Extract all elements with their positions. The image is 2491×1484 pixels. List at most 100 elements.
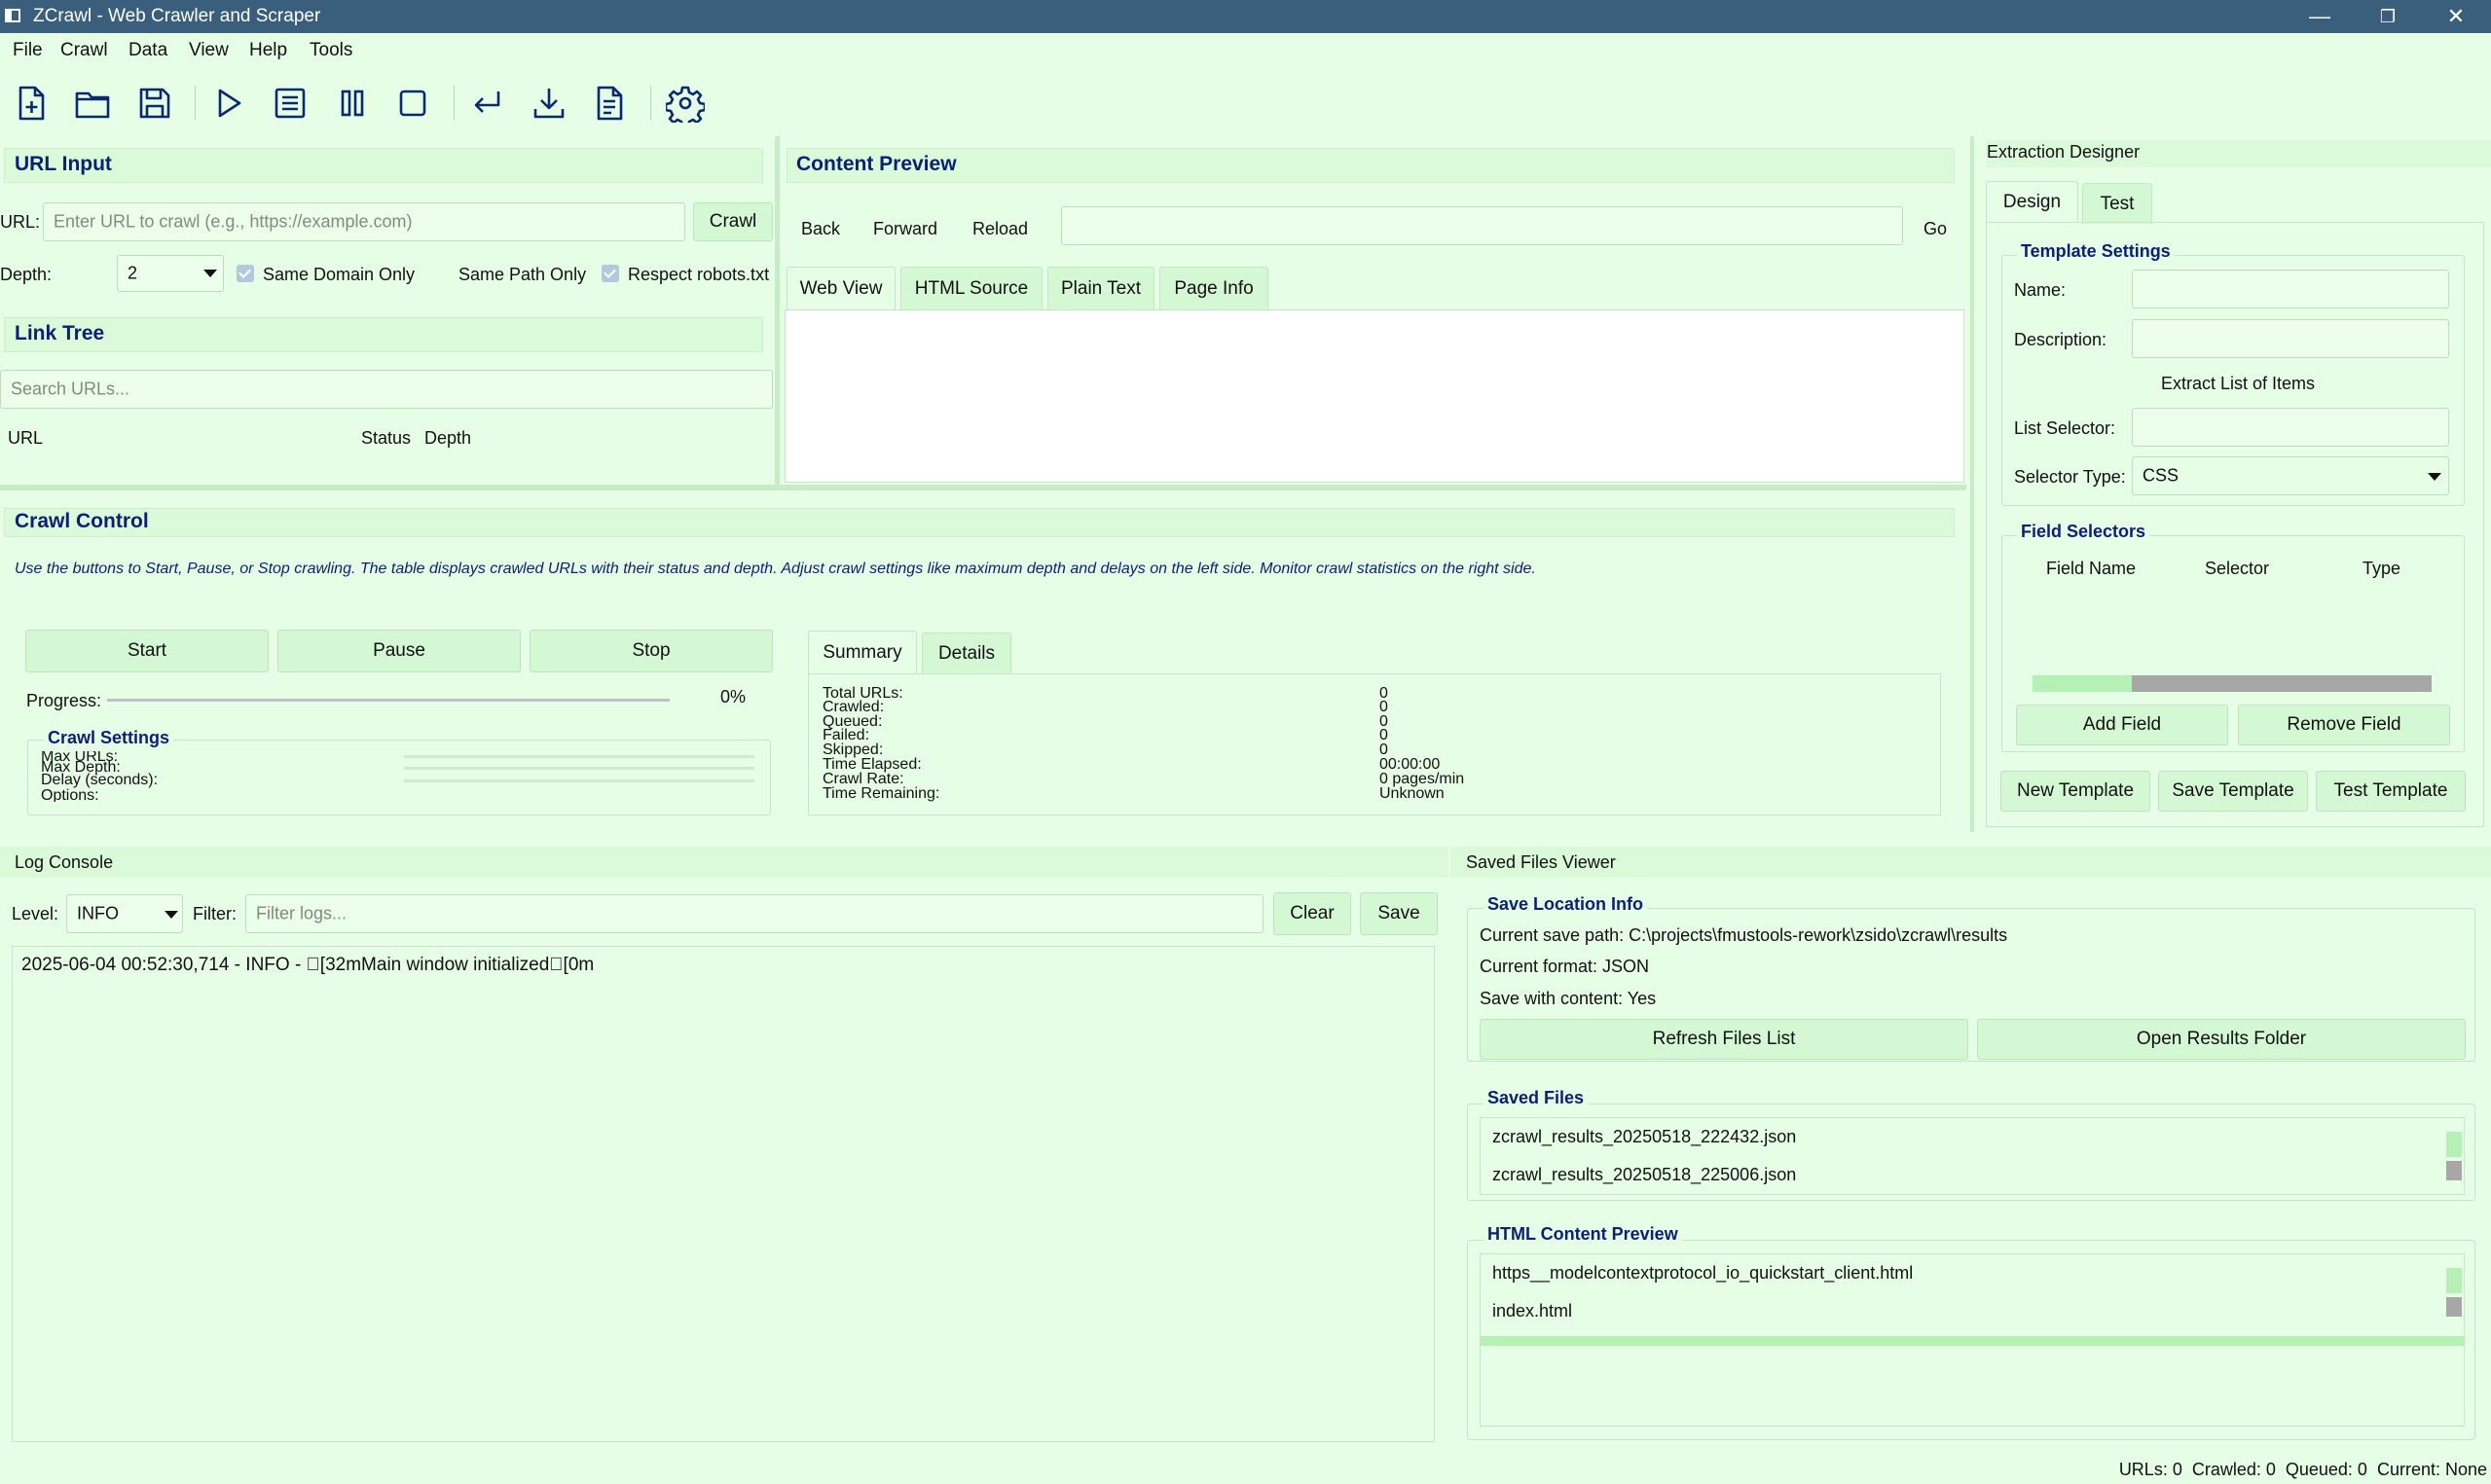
tab-web-view[interactable]: Web View	[787, 267, 896, 309]
url-input[interactable]: Enter URL to crawl (e.g., https://exampl…	[43, 202, 685, 241]
start-button[interactable]: Start	[25, 630, 269, 672]
new-template-button[interactable]: New Template	[2000, 771, 2150, 812]
open-folder-icon[interactable]	[73, 84, 112, 123]
stat-value: 00:00:00	[1379, 756, 1441, 773]
scrollbar-thumb[interactable]	[2446, 1132, 2462, 1157]
refresh-files-button[interactable]: Refresh Files List	[1480, 1019, 1968, 1060]
document-icon[interactable]	[590, 84, 629, 123]
max-depth-field[interactable]	[404, 767, 754, 770]
splitter[interactable]	[775, 136, 780, 487]
scrollbar-thumb[interactable]	[2033, 675, 2132, 692]
stop-icon[interactable]	[393, 84, 432, 123]
chevron-down-icon	[2428, 473, 2441, 481]
tab-page-info[interactable]: Page Info	[1159, 267, 1268, 309]
horizontal-scrollbar[interactable]	[2033, 675, 2432, 692]
back-button[interactable]: Back	[801, 219, 840, 239]
open-results-folder-button[interactable]: Open Results Folder	[1977, 1019, 2466, 1060]
menu-crawl[interactable]: Crawl	[60, 40, 108, 61]
crawl-help-text: Use the buttons to Start, Pause, or Stop…	[15, 561, 1536, 577]
splitter[interactable]	[0, 485, 1966, 490]
list-item[interactable]: zcrawl_results_20250518_222432.json	[1492, 1127, 1796, 1147]
same-domain-checkbox[interactable]	[237, 265, 254, 282]
filter-logs-input[interactable]: Filter logs...	[245, 894, 1264, 933]
progress-label: Progress:	[26, 691, 102, 710]
menu-data[interactable]: Data	[128, 40, 167, 61]
add-field-button[interactable]: Add Field	[2016, 705, 2228, 745]
stat-label: Total URLs:	[823, 685, 903, 702]
list-item[interactable]: https__modelcontextprotocol_io_quickstar…	[1492, 1263, 1913, 1284]
same-path-label[interactable]: Same Path Only	[458, 265, 586, 285]
close-button[interactable]: ✕	[2422, 0, 2490, 33]
save-location-title: Save Location Info	[1484, 894, 1648, 915]
search-urls-input[interactable]: Search URLs...	[0, 370, 773, 409]
menu-file[interactable]: File	[13, 40, 43, 61]
column-type[interactable]: Type	[2363, 559, 2400, 579]
saved-files-list[interactable]: zcrawl_results_20250518_222432.json zcra…	[1480, 1117, 2465, 1195]
tab-html-source[interactable]: HTML Source	[900, 267, 1043, 309]
title-bar: ZCrawl - Web Crawler and Scraper — ❐ ✕	[0, 0, 2491, 33]
scrollbar-track[interactable]	[2446, 1297, 2462, 1317]
column-selector[interactable]: Selector	[2205, 559, 2269, 579]
maximize-button[interactable]: ❐	[2354, 0, 2422, 33]
splitter[interactable]	[1970, 136, 1974, 832]
web-view[interactable]	[785, 309, 1964, 483]
menu-help[interactable]: Help	[249, 40, 287, 61]
level-select[interactable]: INFO	[66, 894, 183, 933]
save-log-button[interactable]: Save	[1360, 892, 1438, 935]
max-urls-field[interactable]	[404, 755, 754, 758]
remove-field-button[interactable]: Remove Field	[2238, 705, 2450, 745]
save-icon[interactable]	[135, 84, 174, 123]
forward-button[interactable]: Forward	[873, 219, 937, 239]
go-button[interactable]: Go	[1923, 219, 1947, 239]
list-icon[interactable]	[271, 84, 310, 123]
name-input[interactable]	[2132, 270, 2449, 308]
reload-button[interactable]: Reload	[972, 219, 1028, 239]
log-output[interactable]: 2025-06-04 00:52:30,714 - INFO -  [32mMa…	[12, 946, 1435, 1442]
column-status[interactable]: Status	[361, 428, 411, 449]
test-template-button[interactable]: Test Template	[2316, 771, 2466, 812]
list-item[interactable]: zcrawl_results_20250518_225006.json	[1492, 1165, 1796, 1185]
settings-icon[interactable]	[664, 84, 707, 128]
pause-button[interactable]: Pause	[277, 630, 521, 672]
html-preview-title: HTML Content Preview	[1484, 1224, 1682, 1245]
column-field-name[interactable]: Field Name	[2046, 559, 2136, 579]
scrollbar-thumb[interactable]	[2446, 1268, 2462, 1293]
menu-tools[interactable]: Tools	[310, 40, 352, 61]
column-url[interactable]: URL	[8, 428, 43, 449]
depth-select[interactable]: 2	[117, 255, 224, 292]
pause-icon[interactable]	[333, 84, 372, 123]
save-template-button[interactable]: Save Template	[2158, 771, 2308, 812]
return-icon[interactable]	[467, 84, 506, 123]
tab-test[interactable]: Test	[2082, 183, 2152, 224]
extract-list-checkbox[interactable]: Extract List of Items	[2161, 374, 2315, 394]
selector-type-select[interactable]: CSS	[2132, 456, 2449, 495]
tab-design[interactable]: Design	[1986, 181, 2078, 222]
download-icon[interactable]	[530, 84, 568, 123]
minimize-button[interactable]: —	[2286, 0, 2354, 33]
html-files-list[interactable]: https__modelcontextprotocol_io_quickstar…	[1480, 1253, 2465, 1427]
tab-plain-text[interactable]: Plain Text	[1047, 267, 1154, 309]
description-input[interactable]	[2132, 319, 2449, 358]
stop-button[interactable]: Stop	[530, 630, 773, 672]
filter-label: Filter:	[193, 904, 237, 923]
respect-robots-checkbox[interactable]	[602, 265, 619, 282]
tab-details[interactable]: Details	[922, 633, 1011, 673]
toolbar-separator	[650, 86, 651, 121]
horizontal-scrollbar[interactable]	[1481, 1336, 2464, 1346]
level-label: Level:	[12, 904, 59, 923]
column-depth[interactable]: Depth	[424, 428, 471, 449]
tab-summary[interactable]: Summary	[808, 631, 917, 673]
delay-field[interactable]	[404, 779, 754, 782]
play-icon[interactable]	[208, 84, 247, 123]
clear-log-button[interactable]: Clear	[1273, 892, 1351, 935]
scrollbar-track[interactable]	[2446, 1161, 2462, 1180]
content-preview-header	[787, 148, 1955, 183]
window-title: ZCrawl - Web Crawler and Scraper	[33, 6, 321, 26]
list-item[interactable]: index.html	[1492, 1301, 1572, 1321]
address-bar[interactable]	[1061, 206, 1903, 245]
new-file-icon[interactable]	[12, 84, 51, 123]
list-selector-input[interactable]	[2132, 408, 2449, 447]
toolbar-separator	[195, 86, 196, 121]
crawl-button[interactable]: Crawl	[693, 202, 773, 241]
menu-view[interactable]: View	[189, 40, 229, 61]
